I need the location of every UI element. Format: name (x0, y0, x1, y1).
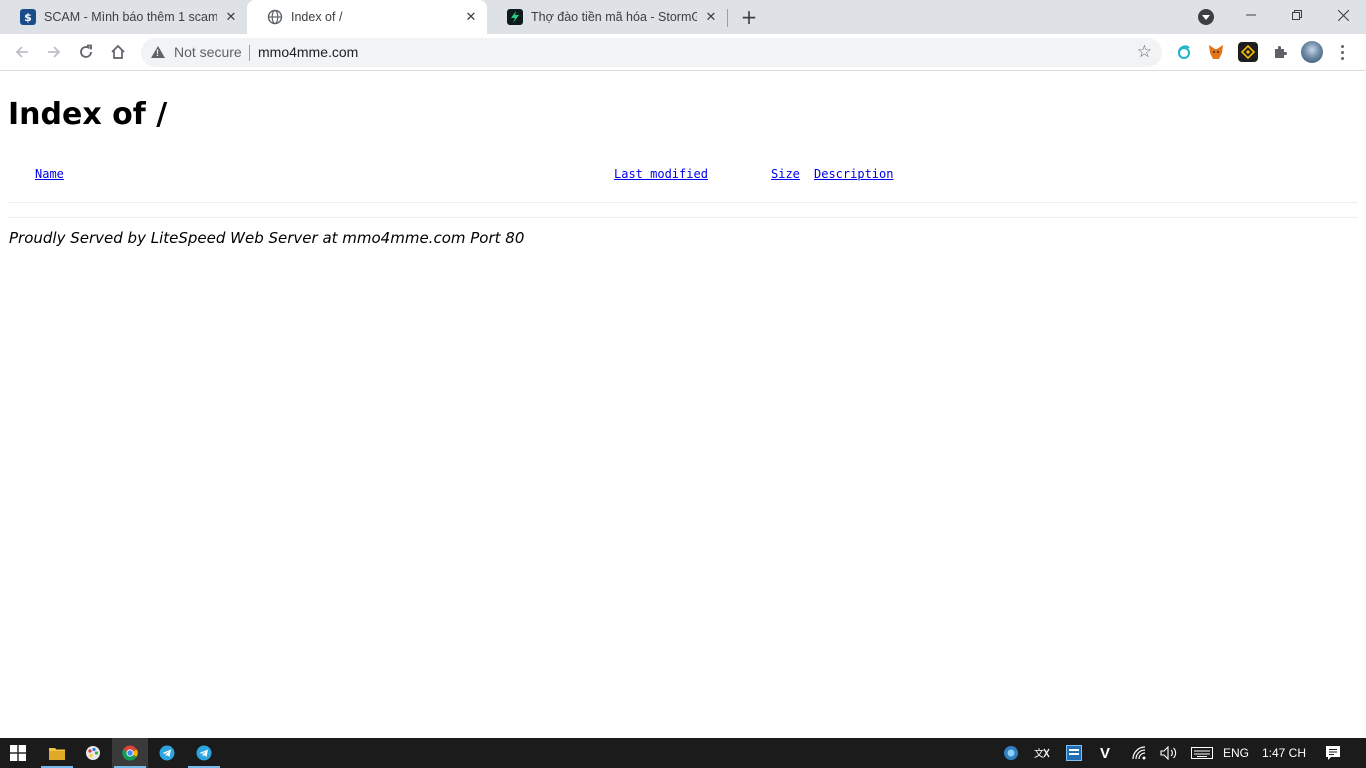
file-explorer-icon[interactable] (39, 738, 75, 768)
minimize-button[interactable] (1228, 0, 1274, 30)
metamask-fox-icon[interactable] (1206, 42, 1226, 62)
globe-icon (267, 9, 283, 25)
new-tab-button[interactable]: + (738, 5, 760, 29)
telegram-icon[interactable] (149, 738, 185, 768)
warning-icon[interactable] (151, 46, 165, 58)
tray-app-icon[interactable] (1000, 738, 1022, 768)
forward-button[interactable] (42, 40, 66, 64)
chrome-menu-icon[interactable] (1336, 40, 1348, 64)
security-label[interactable]: Not secure (174, 44, 242, 60)
page-title: Index of / (8, 97, 168, 132)
profile-avatar[interactable] (1301, 41, 1323, 63)
address-bar[interactable]: Not secure mmo4mme.com ☆ (141, 38, 1162, 67)
server-signature: Proudly Served by LiteSpeed Web Server a… (9, 229, 525, 247)
windows-taskbar: 文 V ENG 1:47 CH (0, 738, 1366, 768)
close-icon[interactable]: ✕ (223, 9, 239, 25)
network-icon[interactable] (1129, 738, 1151, 768)
tab-title: Index of / (291, 10, 343, 24)
page-content: Index of / Name Last modified Size Descr… (0, 71, 1366, 738)
touch-keyboard-icon[interactable] (1189, 738, 1215, 768)
close-icon[interactable]: ✕ (463, 9, 479, 25)
binance-chain-icon[interactable] (1238, 42, 1258, 62)
windows-start-icon[interactable] (0, 738, 36, 768)
column-size-link[interactable]: Size (771, 167, 800, 181)
back-button[interactable] (10, 40, 34, 64)
telegram-desktop-icon[interactable] (186, 738, 222, 768)
volume-icon[interactable] (1158, 738, 1180, 768)
column-last-modified-link[interactable]: Last modified (614, 167, 708, 181)
restore-button[interactable] (1274, 0, 1320, 30)
divider-top (8, 202, 1358, 203)
tab-title: SCAM - Mình báo thêm 1 scam - (44, 10, 217, 24)
keyboard-layout-icon[interactable] (1063, 738, 1085, 768)
omnibox-divider (249, 45, 250, 61)
action-center-icon[interactable] (1322, 738, 1344, 768)
bookmark-star-icon[interactable]: ☆ (1137, 42, 1152, 62)
close-window-button[interactable] (1320, 0, 1366, 30)
tab-search-icon[interactable] (1198, 9, 1214, 25)
stormgain-icon (507, 9, 523, 25)
extension-swirl-icon[interactable] (1174, 42, 1194, 62)
tab-scam[interactable]: $ SCAM - Mình báo thêm 1 scam - ✕ (0, 0, 247, 34)
tab-divider (727, 9, 728, 27)
svg-text:文: 文 (1034, 747, 1044, 760)
divider-bottom (8, 217, 1358, 218)
reload-button[interactable] (74, 40, 98, 64)
url-text[interactable]: mmo4mme.com (258, 44, 358, 60)
home-button[interactable] (106, 40, 130, 64)
paint-icon[interactable] (75, 738, 111, 768)
browser-toolbar: Not secure mmo4mme.com ☆ (0, 34, 1366, 71)
close-icon[interactable]: ✕ (703, 9, 719, 25)
clock[interactable]: 1:47 CH (1258, 738, 1310, 768)
unikey-v-icon[interactable]: V (1095, 738, 1115, 768)
extensions-puzzle-icon[interactable] (1270, 42, 1290, 62)
input-method-icon[interactable]: 文 (1031, 738, 1053, 768)
column-name-link[interactable]: Name (35, 167, 64, 181)
tab-title: Thợ đào tiền mã hóa - StormGain (531, 10, 697, 24)
scam-favicon: $ (20, 9, 36, 25)
tab-index-of[interactable]: Index of / ✕ (247, 0, 487, 34)
language-indicator[interactable]: ENG (1220, 738, 1252, 768)
tab-strip: $ SCAM - Mình báo thêm 1 scam - ✕ Index … (0, 0, 1366, 34)
column-description-link[interactable]: Description (814, 167, 893, 181)
tab-stormgain[interactable]: Thợ đào tiền mã hóa - StormGain ✕ (487, 0, 727, 34)
chrome-icon[interactable] (112, 738, 148, 768)
